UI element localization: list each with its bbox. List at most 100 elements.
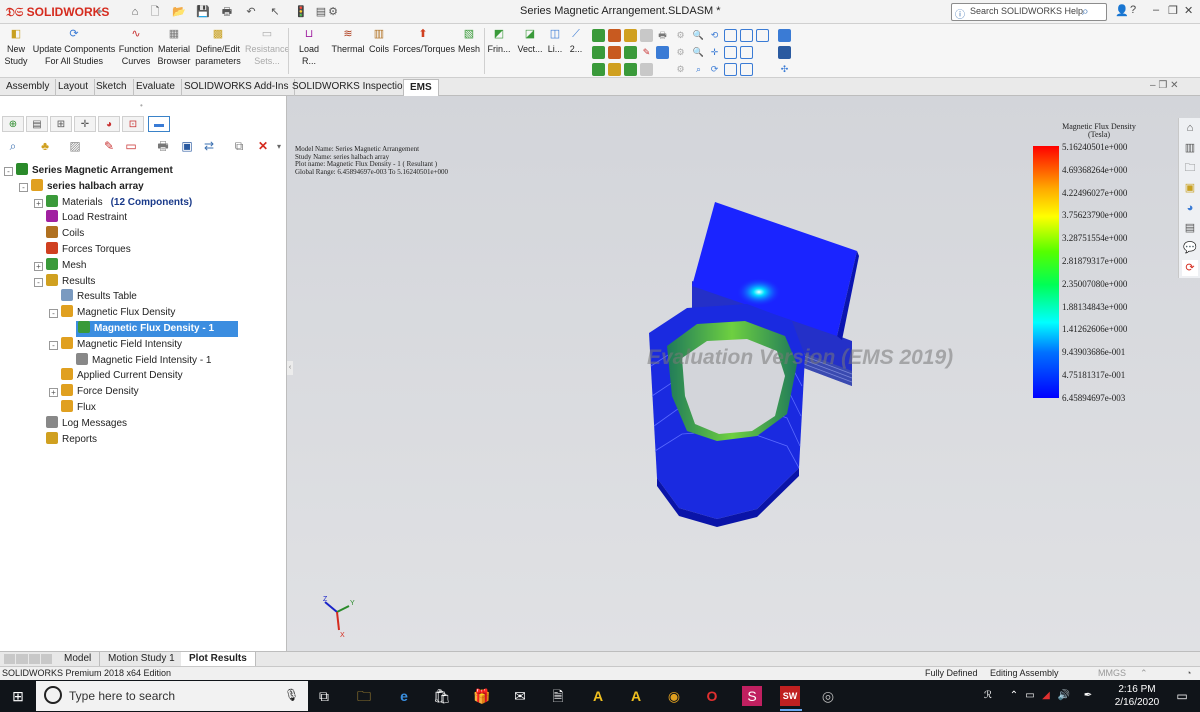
tab-layout[interactable]: Layout xyxy=(52,79,96,96)
tab-sketch[interactable]: Sketch xyxy=(90,79,134,96)
display-manager-tab-icon[interactable]: ◕ xyxy=(98,116,120,132)
zoom-fit-icon[interactable]: 🔍 xyxy=(692,46,705,59)
ems-icon[interactable]: ⟳ xyxy=(1182,260,1198,276)
result-tool-icon[interactable] xyxy=(608,63,621,76)
result-tool-icon[interactable] xyxy=(656,46,669,59)
copy-tool-icon[interactable]: ⧉ xyxy=(230,138,248,154)
zoom-icon[interactable]: 🔍 xyxy=(692,29,705,42)
tree-node[interactable]: series halbach array xyxy=(31,178,144,195)
file-explorer-icon[interactable]: 🗀 xyxy=(354,686,374,706)
section-view-icon[interactable]: ✣ xyxy=(778,63,791,76)
microphone-icon[interactable]: 🎙 xyxy=(284,688,299,702)
tree-node[interactable]: Coils xyxy=(46,226,84,242)
edit-icon[interactable]: ✎ xyxy=(640,46,653,59)
open-icon[interactable]: 📂 xyxy=(172,5,186,19)
resistance-sets-button[interactable]: ▭ Resistance Sets... xyxy=(245,28,290,67)
app-a-icon[interactable]: A xyxy=(588,686,608,706)
taskbar-search[interactable]: Type here to search 🎙 xyxy=(36,681,308,711)
taskbar-search-input[interactable]: Type here to search xyxy=(69,689,175,703)
expand-icon[interactable]: + xyxy=(34,261,43,271)
opera-icon[interactable]: O xyxy=(702,686,722,706)
tab-plot-results[interactable]: Plot Results xyxy=(181,652,256,666)
tree-node[interactable]: Materials (12 Components) xyxy=(46,194,192,211)
print-tool-icon[interactable]: 🖶 xyxy=(154,138,172,154)
help-question-icon[interactable]: ? xyxy=(1130,4,1136,16)
select-icon[interactable]: ↖ xyxy=(268,5,282,19)
windows-start-icon[interactable]: ⊞ xyxy=(8,686,28,706)
filter-search-icon[interactable]: ⌕ xyxy=(4,138,22,154)
collapse-icon[interactable]: - xyxy=(49,309,58,319)
2d-plot-button[interactable]: ⟋ 2... xyxy=(566,28,586,55)
tab-addins[interactable]: SOLIDWORKS Add-Ins xyxy=(178,79,296,96)
solidworks-taskbar-icon[interactable]: SW xyxy=(780,686,800,706)
print-icon[interactable]: 🖶 xyxy=(220,5,234,19)
tree-node[interactable]: Results xyxy=(46,273,95,290)
result-tool-icon[interactable] xyxy=(624,46,637,59)
settings-icon[interactable]: ⚙ xyxy=(674,29,687,42)
window-controls[interactable]: – ❐ ✕ xyxy=(1150,80,1178,91)
save-icon[interactable]: 💾 xyxy=(196,5,210,19)
view-orientation-icon[interactable] xyxy=(778,29,791,42)
zoom-area-icon[interactable]: ⌕ xyxy=(692,63,705,76)
tree-node[interactable]: Magnetic Field Intensity xyxy=(61,336,182,353)
minimize-icon[interactable]: – xyxy=(1153,4,1159,16)
new-study-button[interactable]: ◧ New Study xyxy=(3,28,29,67)
undo-icon[interactable]: ↶ xyxy=(244,5,258,19)
view-icon[interactable] xyxy=(724,29,737,42)
notifications-icon[interactable]: ▭ xyxy=(1172,686,1192,706)
home-icon[interactable]: ⌂ xyxy=(128,5,142,19)
result-tool-icon[interactable] xyxy=(592,46,605,59)
user-icon[interactable]: 👤 xyxy=(1115,4,1129,17)
result-tool-icon[interactable] xyxy=(592,63,605,76)
network-icon[interactable]: ◢ xyxy=(1036,686,1056,706)
forces-torques-button[interactable]: ⬆ Forces/Torques xyxy=(393,28,455,55)
view-icon[interactable] xyxy=(724,46,737,59)
tab-ems[interactable]: EMS xyxy=(403,79,439,96)
display-icon[interactable] xyxy=(778,46,791,59)
edge-browser-icon[interactable]: e xyxy=(394,686,414,706)
clock[interactable]: 2:16 PM 2/16/2020 xyxy=(1108,683,1166,709)
update-components-button[interactable]: ⟳ Update Components For All Studies xyxy=(32,28,116,67)
collapse-icon[interactable]: - xyxy=(34,277,43,287)
document-icon[interactable]: 🗎 xyxy=(548,686,568,706)
solidworks-logo[interactable]: 𝔇𝔖 SOLIDWORKS xyxy=(6,3,109,21)
thermal-button[interactable]: ≋ Thermal xyxy=(330,28,366,55)
people-icon[interactable]: ℛ xyxy=(978,686,998,706)
ems-manager-tab-icon[interactable]: ▬ xyxy=(148,116,170,132)
rebuild-icon[interactable]: 🚦 xyxy=(294,5,308,19)
tab-scroll-arrows[interactable] xyxy=(4,654,52,664)
rotate-view-icon[interactable]: ⟳ xyxy=(708,63,721,76)
chrome-icon[interactable]: ◉ xyxy=(664,686,684,706)
view-palette-icon[interactable]: ▣ xyxy=(1182,180,1198,196)
close-icon[interactable]: ✕ xyxy=(1184,4,1193,17)
material-browser-button[interactable]: ▦ Material Browser xyxy=(156,28,192,67)
ems-tab-icon[interactable]: ⊡ xyxy=(122,116,144,132)
function-curves-button[interactable]: ∿ Function Curves xyxy=(118,28,154,67)
tree-node[interactable]: Series Magnetic Arrangement xyxy=(16,163,173,179)
search-help-input[interactable]: Search SOLIDWORKS Help xyxy=(970,6,1083,16)
print-icon[interactable]: 🖶 xyxy=(656,29,669,42)
home-icon[interactable]: ⌂ xyxy=(1182,120,1198,136)
tree-node[interactable]: Forces Torques xyxy=(46,242,131,258)
tree-node[interactable]: Reports xyxy=(46,431,97,448)
collapse-icon[interactable]: - xyxy=(4,167,13,176)
pan-icon[interactable]: ✛ xyxy=(708,46,721,59)
appearances-icon[interactable]: ◕ xyxy=(1182,200,1198,216)
view-icon[interactable] xyxy=(724,63,737,76)
view-icon[interactable] xyxy=(740,46,753,59)
panel-grip-icon[interactable]: • xyxy=(140,101,143,110)
custom-properties-icon[interactable]: ▤ xyxy=(1182,220,1198,236)
new-document-icon[interactable]: 🗋 xyxy=(148,5,162,19)
fringe-button[interactable]: ◩ Frin... xyxy=(486,28,512,55)
delete-icon[interactable]: ✕ xyxy=(254,138,272,154)
result-tool-icon[interactable] xyxy=(624,63,637,76)
tree-node[interactable]: Magnetic Field Intensity - 1 xyxy=(76,352,212,369)
result-tool-icon[interactable] xyxy=(608,29,621,42)
tree-node[interactable]: Applied Current Density xyxy=(61,368,183,384)
store-icon[interactable]: 🛍 xyxy=(432,686,452,706)
rotate-icon[interactable]: ⟲ xyxy=(708,29,721,42)
library-icon[interactable]: ▥ xyxy=(1182,140,1198,156)
result-tool-icon[interactable] xyxy=(592,29,605,42)
task-view-icon[interactable]: ⧉ xyxy=(314,686,334,706)
tab-model[interactable]: Model xyxy=(56,652,101,666)
